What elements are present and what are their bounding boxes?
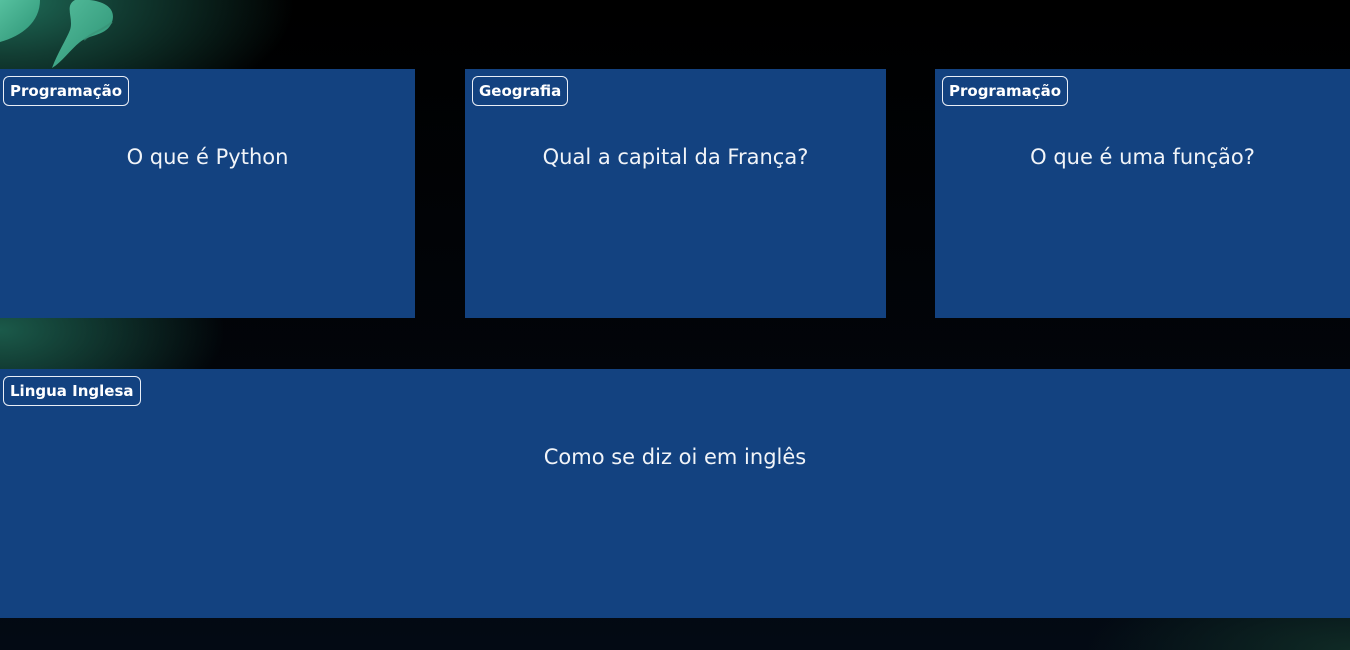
flashcard[interactable]: Geografia Qual a capital da França? [465, 69, 886, 318]
card-question: O que é Python [126, 145, 289, 169]
category-badge: Geografia [472, 76, 569, 106]
flashcard[interactable]: Lingua Inglesa Como se diz oi em inglês [0, 369, 1350, 618]
flashcards-page: Programação O que é Python Geografia Qua… [0, 0, 1350, 650]
flashcard[interactable]: Programação O que é Python [0, 69, 415, 318]
category-badge: Programação [942, 76, 1069, 106]
category-badge: Lingua Inglesa [3, 376, 141, 406]
category-badge: Programação [3, 76, 130, 106]
card-question: O que é uma função? [1030, 145, 1255, 169]
flashcard[interactable]: Programação O que é uma função? [935, 69, 1350, 318]
card-question: Como se diz oi em inglês [543, 445, 807, 469]
card-question: Qual a capital da França? [542, 145, 809, 169]
teal-swoosh-decoration-icon [0, 0, 113, 68]
